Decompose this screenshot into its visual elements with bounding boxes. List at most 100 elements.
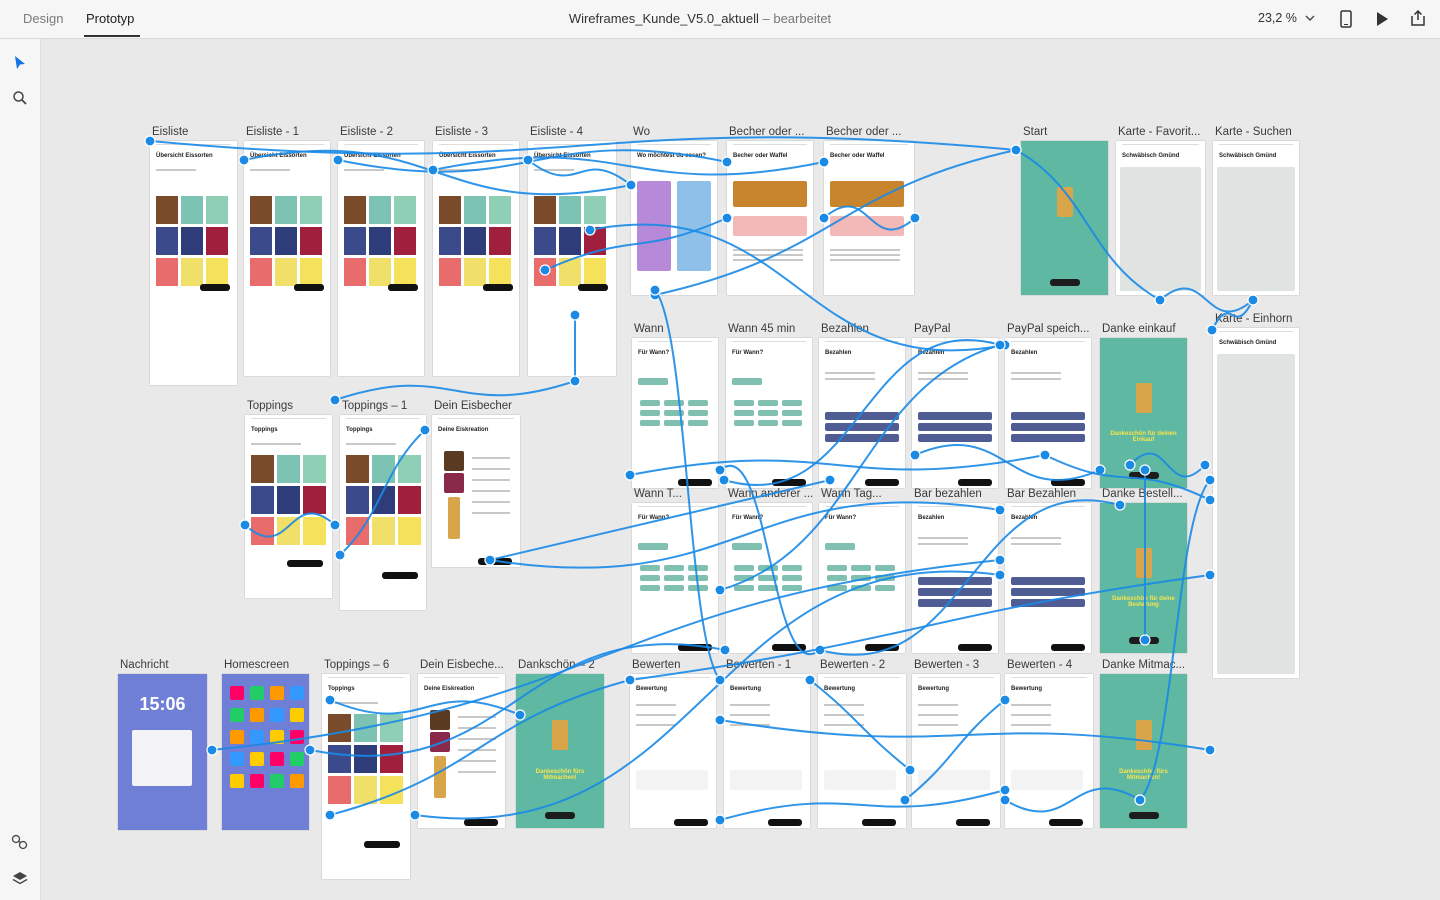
primary-button[interactable]	[578, 284, 608, 291]
device-preview-icon[interactable]	[1339, 10, 1353, 28]
artboard-label[interactable]: Eisliste	[152, 126, 188, 139]
play-icon[interactable]	[1374, 11, 1390, 27]
components-icon[interactable]	[8, 830, 32, 854]
flavor-tile[interactable]	[300, 196, 322, 224]
flavor-tile[interactable]	[344, 227, 366, 255]
artboard[interactable]: Übersicht Eissorten	[244, 141, 330, 376]
artboard-label[interactable]: Wann T...	[634, 488, 682, 501]
flavor-tile[interactable]	[181, 258, 203, 286]
select-tool-icon[interactable]	[8, 51, 32, 75]
artboard-label[interactable]: Bewerten - 3	[914, 659, 979, 672]
artboard-label[interactable]: Wann anderer ...	[728, 488, 813, 501]
flavor-tile[interactable]	[303, 455, 326, 483]
artboard-label[interactable]: Bewerten - 1	[726, 659, 791, 672]
primary-button[interactable]	[862, 819, 896, 826]
share-icon[interactable]	[1409, 9, 1427, 27]
flavor-tile[interactable]	[328, 745, 351, 773]
artboard[interactable]: Toppings	[245, 415, 332, 598]
wire-handle[interactable]	[569, 375, 581, 387]
flavor-tile[interactable]	[464, 227, 486, 255]
flavor-tile[interactable]	[328, 776, 351, 804]
flavor-tile[interactable]	[369, 258, 391, 286]
primary-button[interactable]	[674, 819, 708, 826]
artboard-label[interactable]: Eisliste - 2	[340, 126, 393, 139]
flavor-tile[interactable]	[206, 258, 228, 286]
flavor-tile[interactable]	[559, 258, 581, 286]
flavor-tile[interactable]	[534, 258, 556, 286]
wire-handle[interactable]	[1154, 294, 1166, 306]
primary-button[interactable]	[294, 284, 324, 291]
artboard[interactable]: Übersicht Eissorten	[150, 141, 237, 385]
flavor-tile[interactable]	[354, 776, 377, 804]
flavor-tile[interactable]	[398, 517, 421, 545]
flavor-tile[interactable]	[346, 486, 369, 514]
artboard-label[interactable]: Eisliste - 4	[530, 126, 583, 139]
primary-button[interactable]	[678, 479, 712, 486]
artboard-label[interactable]: Bewerten - 4	[1007, 659, 1072, 672]
flavor-tile[interactable]	[250, 196, 272, 224]
artboard-label[interactable]: Wann Tag...	[821, 488, 882, 501]
artboard-label[interactable]: Toppings	[247, 400, 293, 413]
artboard[interactable]: Bewertung	[818, 674, 906, 828]
primary-button[interactable]	[478, 558, 512, 565]
flavor-tile[interactable]	[394, 196, 416, 224]
primary-button[interactable]	[958, 479, 992, 486]
artboard[interactable]: Bewertung	[1005, 674, 1093, 828]
flavor-tile[interactable]	[394, 227, 416, 255]
wire-handle[interactable]	[329, 394, 341, 406]
primary-button[interactable]	[545, 812, 575, 819]
artboard-label[interactable]: Toppings – 1	[342, 400, 407, 413]
zoom-level[interactable]: 23,2 %	[1258, 11, 1297, 25]
prototype-wire[interactable]	[334, 380, 576, 401]
artboard[interactable]: Bezahlen	[912, 338, 998, 488]
flavor-tile[interactable]	[156, 258, 178, 286]
flavor-tile[interactable]	[439, 258, 461, 286]
artboard[interactable]: Wo möchtest du essen?	[631, 141, 717, 295]
flavor-tile[interactable]	[380, 745, 403, 773]
primary-button[interactable]	[772, 479, 806, 486]
artboard-label[interactable]: Homescreen	[224, 659, 289, 672]
artboard-label[interactable]: Danke Mitmac...	[1102, 659, 1185, 672]
artboard[interactable]: Dankeschön für deine Bestellung	[1100, 503, 1187, 653]
flavor-tile[interactable]	[156, 196, 178, 224]
artboard[interactable]: Für Wann?	[819, 503, 905, 653]
artboard-label[interactable]: Dein Eisbecher	[434, 400, 512, 413]
flavor-tile[interactable]	[464, 196, 486, 224]
flavor-tile[interactable]	[398, 486, 421, 514]
flavor-tile[interactable]	[584, 258, 606, 286]
artboard-label[interactable]: Becher oder ...	[729, 126, 804, 139]
flavor-tile[interactable]	[277, 517, 300, 545]
artboard[interactable]: Becher oder Waffel	[824, 141, 914, 295]
artboard-label[interactable]: PayPal speich...	[1007, 323, 1089, 336]
primary-button[interactable]	[772, 644, 806, 651]
flavor-tile[interactable]	[559, 227, 581, 255]
artboard[interactable]: Schwäbisch Gmünd	[1213, 141, 1299, 295]
flavor-tile[interactable]	[584, 227, 606, 255]
wire-handle[interactable]	[1154, 294, 1166, 306]
primary-button[interactable]	[200, 284, 230, 291]
artboard-label[interactable]: Karte - Favorit...	[1118, 126, 1200, 139]
wire-handle[interactable]	[1247, 294, 1259, 306]
design-canvas[interactable]: Eisliste Übersicht Eissorten Eisliste - 1 Ü…	[41, 39, 1440, 900]
flavor-tile[interactable]	[369, 196, 391, 224]
primary-button[interactable]	[1051, 644, 1085, 651]
flavor-tile[interactable]	[344, 196, 366, 224]
primary-button[interactable]	[1128, 472, 1159, 479]
flavor-tile[interactable]	[372, 455, 395, 483]
artboard[interactable]: Für Wann?	[632, 338, 718, 488]
flavor-tile[interactable]	[251, 486, 274, 514]
flavor-tile[interactable]	[372, 486, 395, 514]
primary-button[interactable]	[1051, 479, 1085, 486]
primary-button[interactable]	[768, 819, 802, 826]
artboard[interactable]: Übersicht Eissorten	[528, 141, 616, 376]
flavor-tile[interactable]	[489, 227, 511, 255]
artboard-label[interactable]: Start	[1023, 126, 1047, 139]
flavor-tile[interactable]	[275, 227, 297, 255]
flavor-tile[interactable]	[328, 714, 351, 742]
flavor-tile[interactable]	[380, 776, 403, 804]
artboard-label[interactable]: Wo	[633, 126, 650, 139]
flavor-tile[interactable]	[156, 227, 178, 255]
artboard[interactable]: Toppings	[322, 674, 410, 879]
flavor-tile[interactable]	[300, 227, 322, 255]
flavor-tile[interactable]	[344, 258, 366, 286]
